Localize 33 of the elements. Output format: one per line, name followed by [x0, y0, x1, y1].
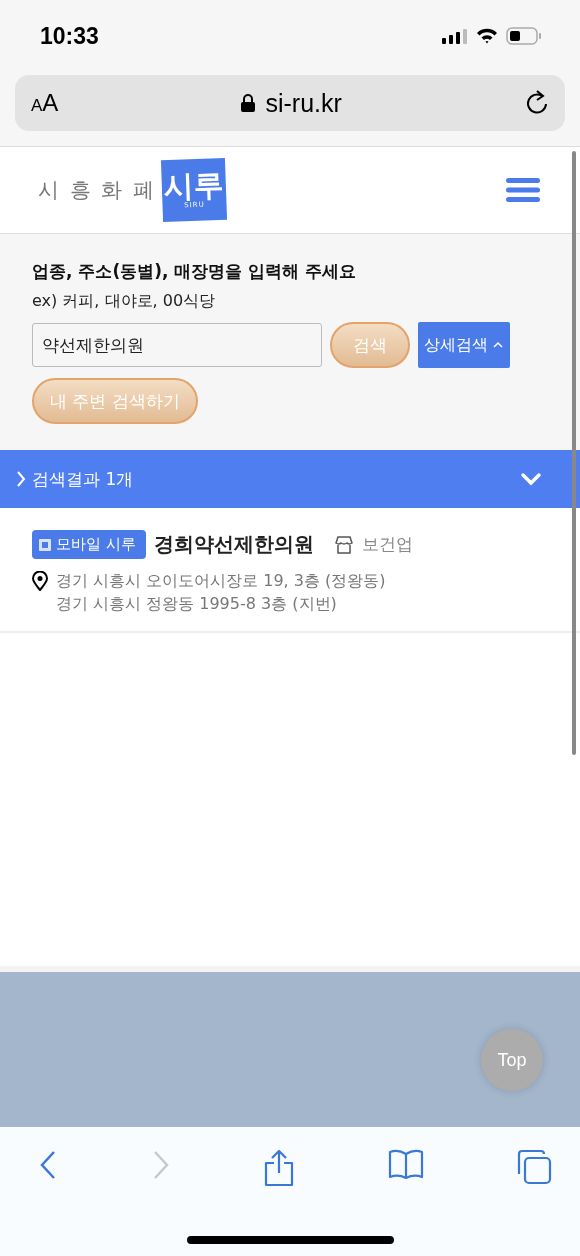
tabs-icon[interactable]: [516, 1149, 552, 1185]
url-text: si-ru.kr: [265, 88, 342, 118]
signal-icon: [442, 28, 468, 44]
location-pin-icon: [32, 571, 48, 591]
chevron-right-icon: [16, 470, 26, 488]
chevron-down-icon[interactable]: [520, 472, 542, 486]
results-count: 검색결과 1개: [32, 467, 135, 491]
menu-icon[interactable]: [506, 177, 540, 203]
search-field[interactable]: 약선제한의원: [32, 323, 322, 367]
site-name: 시 흥 화 폐: [38, 177, 157, 204]
mobile-badge: 모바일 시루: [32, 530, 146, 559]
book-icon[interactable]: [387, 1149, 424, 1179]
search-title: 업종, 주소(동별), 매장명을 입력해 주세요: [32, 260, 357, 283]
battery-icon: [506, 27, 542, 45]
address-bar[interactable]: AA si-ru.kr: [15, 75, 565, 131]
store-category: 보건업: [361, 533, 413, 556]
share-icon[interactable]: [263, 1149, 295, 1187]
wifi-icon: [476, 28, 498, 44]
caret-icon: [492, 341, 504, 349]
road-address: 경기 시흥시 오이도어시장로 19, 3층 (정왕동): [56, 571, 386, 592]
scrollbar[interactable]: [572, 151, 576, 755]
status-time: 10:33: [40, 22, 99, 50]
back-icon[interactable]: [38, 1149, 58, 1181]
top-button[interactable]: Top: [481, 1029, 543, 1091]
results-bar[interactable]: 검색결과 1개: [0, 450, 580, 508]
reload-icon[interactable]: [525, 90, 549, 116]
store-name[interactable]: 경희약선제한의원: [153, 531, 314, 558]
search-example: ex) 커피, 대야로, 00식당: [32, 291, 216, 312]
detail-search-button[interactable]: 상세검색: [418, 322, 510, 368]
lot-address: 경기 시흥시 정왕동 1995-8 3층 (지번): [56, 594, 338, 615]
shop-icon: [333, 535, 354, 554]
lock-icon: [241, 94, 256, 112]
text-size-button[interactable]: AA: [31, 89, 59, 117]
